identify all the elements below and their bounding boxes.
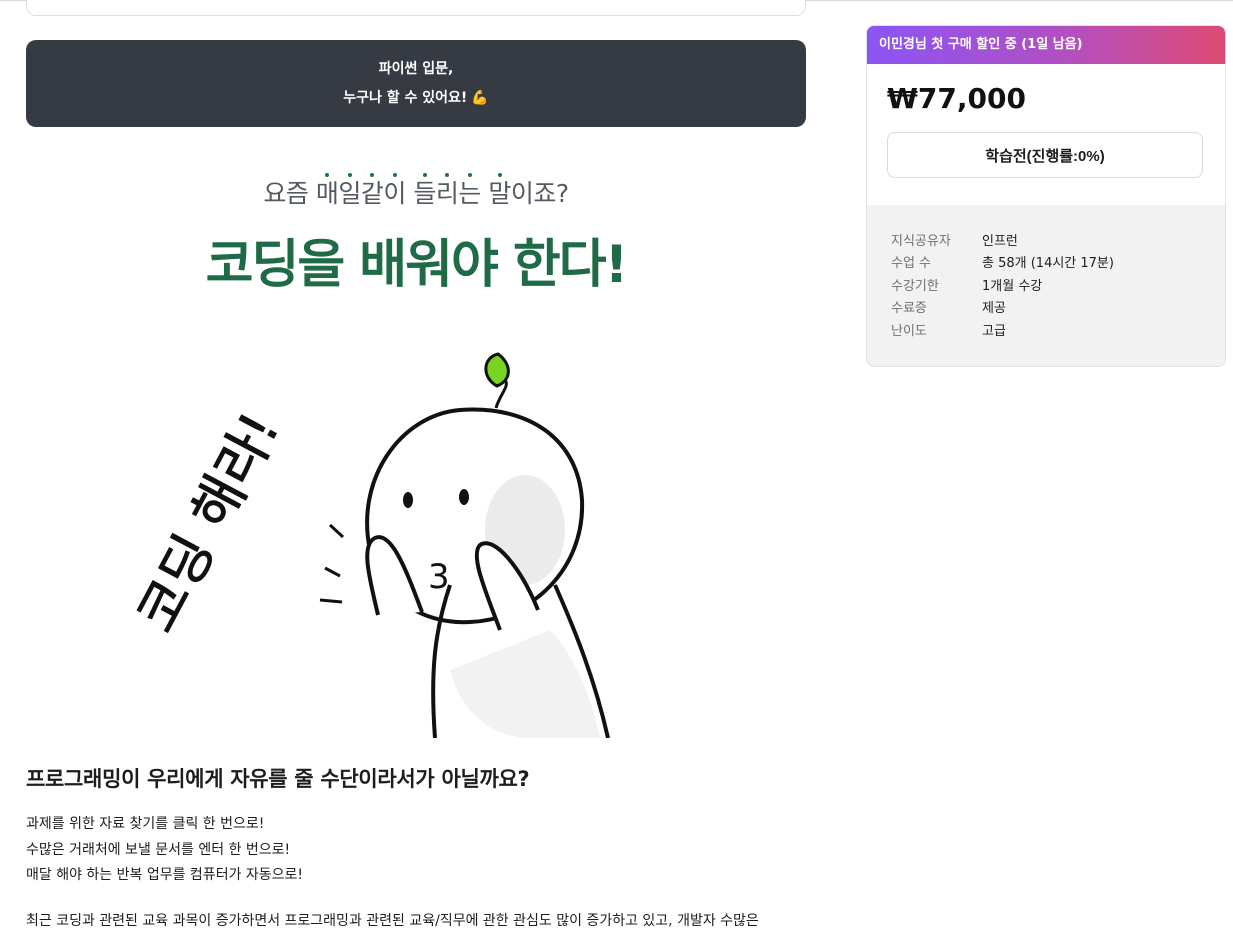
motion-line [324,566,341,578]
info-value: 고급 [982,323,1006,339]
emphasis-char: 들 [413,179,436,208]
course-intro-banner: 파이썬 입문, 누구나 할 수 있어요! 💪 [26,40,806,127]
section-title: 프로그래밍이 우리에게 자유를 줄 수단이라서가 아닐까요? [26,767,530,791]
sprout-leaf-icon [484,352,510,388]
hero-section: 요즘 매일같이 들리는 말이죠? 코딩을 배워야 한다! [26,160,806,295]
handwritten-text: 코딩 해라! [130,402,292,642]
info-key: 지식공유자 [891,233,951,249]
discount-promo-banner: 이민경님 첫 구매 할인 중 (1일 남음) [867,26,1225,64]
info-row: 지식공유자 인프런 [891,228,1114,251]
info-value: 인프런 [982,233,1018,249]
hero-sub-prefix: 요즘 [263,179,316,208]
info-value: 제공 [982,301,1006,317]
body-line-cut: 최근 코딩과 관련된 교육 과목이 증가하면서 프로그래밍과 관련된 교육/직무… [26,913,759,929]
emphasis-char: 일 [338,179,361,208]
emphasis-char: 매 [315,179,339,208]
purchase-sidebar-card: 이민경님 첫 구매 할인 중 (1일 남음) ₩77,000 학습전(진행률:0… [866,25,1226,367]
banner-line-1: 파이썬 입문, [378,60,454,77]
right-eye [459,489,469,505]
body-line: 과제를 위한 자료 찾기를 클릭 한 번으로! [26,816,265,832]
banner-line-2-text: 누구나 할 수 있어요! [343,89,468,106]
body-line: 매달 해야 하는 반복 업무를 컴퓨터가 자동으로! [26,867,304,883]
info-key: 수강기한 [891,278,939,294]
info-row: 수료증 제공 [891,296,1114,319]
emphasis-char: 말 [488,179,511,208]
info-key: 수료증 [891,301,927,317]
body-text: 과제를 위한 자료 찾기를 클릭 한 번으로! 수많은 거래처에 보낼 문서를 … [26,812,303,889]
hero-sub-suffix: 이죠? [510,179,569,208]
left-eye [403,492,413,508]
handwriting-label: 코딩 해라! [130,403,292,642]
body-line: 수많은 거래처에 보낼 문서를 엔터 한 번으로! [26,841,291,858]
previous-section-card [26,0,806,16]
hero-subtitle: 요즘 매일같이 들리는 말이죠? [26,174,806,210]
body-shading [450,630,600,738]
hero-title: 코딩을 배워야 한다! [205,235,629,295]
info-key: 난이도 [891,323,927,339]
muscle-emoji-icon: 💪 [471,89,489,106]
emphasis-char: 는 [458,179,481,208]
motion-line [328,523,345,539]
left-hand [365,535,424,616]
course-info-table: 지식공유자 인프런 수업 수 총 58개 (14시간 17분) 수강기한 1개월… [891,228,1114,341]
info-row: 수업 수 총 58개 (14시간 17분) [891,251,1114,274]
banner-line-2: 누구나 할 수 있어요! 💪 [343,84,488,113]
info-value: 총 58개 (14시간 17분) [982,256,1114,272]
motion-line [319,598,343,604]
info-row: 난이도 고급 [891,318,1114,341]
emphasis-char: 같 [360,179,384,208]
course-info-panel: 지식공유자 인프런 수업 수 총 58개 (14시간 17분) 수강기한 1개월… [867,205,1225,366]
info-row: 수강기한 1개월 수강 [891,273,1114,296]
cartoon-illustration: 코딩 해라! 3 [130,352,610,738]
info-key: 수업 수 [891,256,932,272]
emphasis-char: 리 [435,179,459,208]
info-value: 1개월 수강 [982,278,1043,294]
learning-status-button[interactable]: 학습전(진행률:0%) [887,132,1203,178]
mouth-mark: 3 [428,557,450,597]
body-outline-left [431,584,452,738]
emphasis-char: 이 [383,179,406,208]
course-price: ₩77,000 [887,82,1026,115]
